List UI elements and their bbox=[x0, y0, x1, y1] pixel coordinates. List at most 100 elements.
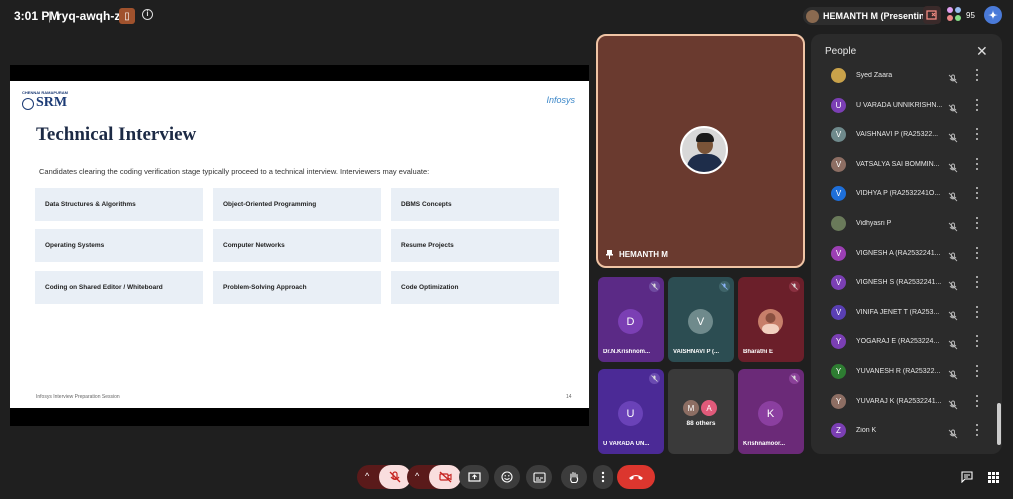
info-icon[interactable]: i bbox=[142, 9, 153, 20]
participant-avatar: V bbox=[831, 127, 846, 143]
more-vert-icon[interactable] bbox=[975, 365, 979, 377]
participant-row[interactable]: Syed Zaara bbox=[819, 61, 992, 90]
close-icon[interactable]: ✕ bbox=[976, 43, 988, 60]
participant-row[interactable]: Y YUVANESH R (RA25322... bbox=[819, 357, 992, 386]
mic-off-icon bbox=[948, 249, 958, 261]
building-icon[interactable]: ▯ bbox=[119, 8, 135, 24]
present-screen-button[interactable] bbox=[459, 465, 489, 489]
participant-avatar: U bbox=[618, 401, 643, 426]
topic-card: Code Optimization bbox=[391, 271, 559, 304]
chevron-up-icon[interactable]: ^ bbox=[415, 471, 419, 481]
pin-icon[interactable] bbox=[606, 250, 613, 259]
more-vert-icon[interactable] bbox=[975, 305, 979, 318]
topic-card: Problem-Solving Approach bbox=[213, 271, 381, 304]
emoji-button[interactable] bbox=[494, 465, 520, 489]
participant-row[interactable]: V VIDHYA P (RA2532241O... bbox=[819, 179, 992, 208]
participants-badge[interactable]: 95 bbox=[947, 6, 975, 24]
participant-row[interactable]: V VINIFA JENET T (RA253... bbox=[819, 298, 992, 327]
participant-avatar: V bbox=[831, 275, 846, 291]
participant-avatar: V bbox=[831, 156, 846, 172]
participant-row[interactable]: V VIGNESH S (RA2532241... bbox=[819, 268, 992, 297]
more-vert-icon[interactable] bbox=[975, 157, 979, 170]
mic-off-icon bbox=[948, 337, 958, 350]
participant-avatar: V bbox=[831, 245, 846, 261]
participant-name: Zion K bbox=[856, 427, 877, 435]
participant-tile[interactable]: K Krishnamoor... bbox=[738, 369, 804, 454]
gemini-icon[interactable] bbox=[984, 6, 1002, 24]
more-vert-icon[interactable] bbox=[975, 217, 979, 229]
more-vert-icon[interactable] bbox=[975, 424, 979, 437]
others-tile[interactable]: M A 88 others bbox=[668, 369, 734, 454]
top-bar: 3:01 PM | ryq-awqh-zka ▯ i HEMANTH M (Pr… bbox=[0, 0, 1013, 32]
topic-card: Object-Oriented Programming bbox=[213, 188, 381, 221]
raise-hand-button[interactable] bbox=[561, 465, 587, 489]
more-vert-icon[interactable] bbox=[975, 187, 979, 200]
camera-control-group: ^ bbox=[407, 465, 461, 489]
participant-avatar: Y bbox=[831, 364, 846, 379]
participant-row[interactable]: U U VARADA UNNIKRISHN... bbox=[819, 91, 992, 120]
mic-off-icon bbox=[948, 397, 958, 409]
participant-avatar: Y bbox=[831, 334, 846, 350]
participant-list[interactable]: Syed Zaara U U VARADA UNNIKRISHN... V VAISHN… bbox=[819, 61, 992, 447]
presenter-tile[interactable]: HEMANTH M bbox=[596, 34, 805, 268]
participant-tile[interactable]: U U VARADA UN... bbox=[598, 369, 664, 454]
chevron-up-icon[interactable]: ^ bbox=[365, 471, 369, 481]
participant-row[interactable]: V VAISHNAVI P (RA25322... bbox=[819, 120, 992, 149]
participant-avatar: K bbox=[758, 401, 783, 426]
more-vert-icon[interactable] bbox=[975, 128, 979, 141]
mic-off-icon bbox=[948, 130, 958, 143]
participant-avatar: Y bbox=[831, 393, 846, 409]
participant-row[interactable]: Y YOGARAJ E (RA253224... bbox=[819, 327, 992, 356]
mic-off-icon bbox=[948, 219, 958, 232]
participant-avatar bbox=[831, 68, 846, 83]
panel-scrollbar[interactable] bbox=[997, 403, 1001, 445]
participant-row[interactable]: Y YUVARAJ K (RA2532241... bbox=[819, 387, 992, 416]
participant-name: VAISHNAVI P (... bbox=[673, 349, 720, 355]
participant-avatar: Z bbox=[831, 423, 846, 439]
participant-name: U VARADA UNNIKRISHN... bbox=[856, 101, 942, 109]
participant-name: Krishnamoor... bbox=[743, 441, 786, 447]
participant-avatar: V bbox=[688, 309, 713, 334]
people-icon bbox=[947, 7, 963, 23]
slide-footer: Infosys Interview Preparation Session bbox=[36, 394, 120, 400]
more-vert-icon[interactable] bbox=[975, 394, 979, 407]
participant-name: VIDHYA P (RA2532241O... bbox=[856, 190, 941, 198]
more-vert-icon[interactable] bbox=[975, 246, 979, 259]
participant-row[interactable]: Z Zion K bbox=[819, 416, 992, 445]
presenting-chip[interactable]: HEMANTH M (Presenting) bbox=[803, 7, 941, 25]
apps-grid-icon bbox=[987, 471, 999, 483]
more-options-button[interactable] bbox=[593, 465, 613, 489]
captions-icon bbox=[532, 471, 546, 483]
mic-off-icon bbox=[948, 71, 958, 84]
participant-tile[interactable]: D Dr.N.Krishnom... bbox=[598, 277, 664, 362]
participant-row[interactable]: V VIGNESH A (RA2532241... bbox=[819, 239, 992, 268]
participant-row[interactable]: V VATSALYA SAI BOMMIN... bbox=[819, 150, 992, 179]
captions-button[interactable] bbox=[526, 465, 552, 489]
slide-page-number: 14 bbox=[566, 394, 572, 400]
more-vert-icon[interactable] bbox=[975, 98, 979, 111]
others-avatar: A bbox=[701, 400, 717, 416]
more-vert-icon[interactable] bbox=[975, 335, 979, 348]
srm-logo: CHENNAI RAMAPURAM SRM bbox=[22, 90, 68, 110]
participant-tile[interactable]: Bharathi E bbox=[738, 277, 804, 362]
participant-tile[interactable]: V VAISHNAVI P (... bbox=[668, 277, 734, 362]
participant-name: Syed Zaara bbox=[856, 72, 893, 79]
mic-off-icon bbox=[948, 308, 958, 321]
raise-hand-icon bbox=[570, 471, 579, 483]
bottom-toolbar: ^ ^ bbox=[0, 460, 1013, 499]
activities-button[interactable] bbox=[983, 465, 1003, 489]
more-vert-icon[interactable] bbox=[975, 276, 979, 289]
participant-name: YOGARAJ E (RA253224... bbox=[856, 338, 940, 346]
slide-description: Candidates clearing the coding verificat… bbox=[39, 167, 430, 176]
more-vert-icon[interactable] bbox=[975, 69, 979, 81]
participant-row[interactable]: Vidhyasri P bbox=[819, 209, 992, 238]
leave-call-button[interactable] bbox=[617, 465, 655, 489]
stop-presenting-icon[interactable] bbox=[923, 6, 941, 24]
participant-avatar bbox=[831, 216, 846, 231]
topic-card: Coding on Shared Editor / Whiteboard bbox=[35, 271, 203, 304]
panel-title: People bbox=[825, 46, 857, 57]
mic-off-icon bbox=[948, 189, 958, 202]
chat-button[interactable] bbox=[957, 465, 977, 489]
camera-off-icon[interactable] bbox=[429, 465, 461, 489]
participant-name: VINIFA JENET T (RA253... bbox=[856, 308, 940, 316]
